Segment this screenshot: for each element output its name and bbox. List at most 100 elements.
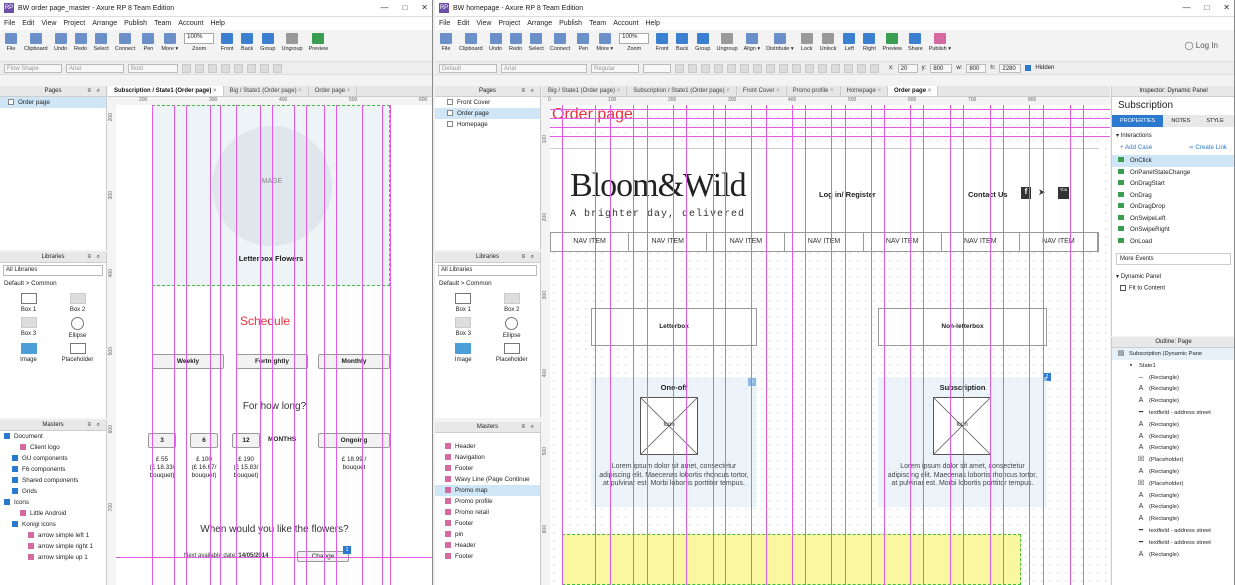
close-icon[interactable]: ✕ [1223,3,1230,12]
event-onswiperight[interactable]: OnSwipeRight [1112,224,1234,236]
masters-tools-icon[interactable]: ≡ ⌕ [521,422,536,433]
back-button[interactable]: Back [675,33,689,52]
menu-publish[interactable]: Publish [559,20,582,27]
master-item-footer[interactable]: Footer [435,551,540,562]
master-item-little-android[interactable]: Little Android [0,508,106,519]
preview-button[interactable]: Preview [882,33,902,52]
master-item-navigation[interactable]: Navigation [435,452,540,463]
outline-item-rectangle[interactable]: ‒ (Rectangle) [1112,372,1234,384]
ungroup-button[interactable]: Ungroup [281,33,303,52]
menu-help[interactable]: Help [645,20,659,27]
image-placeholder[interactable]: IMAGE Letterbox Flowers [152,105,390,286]
right-button[interactable]: Right [862,33,876,52]
align-button[interactable]: Align ▾ [744,33,760,52]
justify-icon[interactable] [753,63,762,73]
zoom-button[interactable]: 100% Zoom [184,33,215,52]
close-tab-icon[interactable]: × [211,88,217,94]
page-item-front-cover[interactable]: Front Cover [435,97,540,108]
outline-item-rectangle[interactable]: A (Rectangle) [1112,442,1234,454]
widget-ellipse[interactable]: Ellipse [53,317,102,339]
menu-file[interactable]: File [439,20,450,27]
share-button[interactable]: Share [908,33,923,52]
border-style-icon[interactable] [844,63,853,73]
unlock-button[interactable]: Unlock [820,33,836,52]
master-item-wavy-line-page-continue[interactable]: Wavy Line (Page Continue [435,474,540,485]
front-button[interactable]: Front [655,33,669,52]
widget-box-3[interactable]: Box 3 [4,317,53,339]
outline-item-textfield-address-street[interactable]: ━ textfield - address street [1112,525,1234,537]
bold-icon[interactable] [182,63,191,73]
outline-item-placeholder[interactable]: ☒ (Placeholder) [1112,478,1234,490]
library-select[interactable]: All Libraries [3,265,103,276]
border-color-icon[interactable] [818,63,827,73]
event-onload[interactable]: OnLoad [1112,236,1234,248]
preview-button[interactable]: Preview [309,33,328,52]
zoom-button[interactable]: 100% Zoom [619,33,650,52]
pen-button[interactable]: Pen [141,33,155,52]
master-item-footer[interactable]: Footer [435,518,540,529]
master-item-f6-components[interactable]: F6 components [0,464,106,475]
w-field[interactable]: 800 [966,63,987,73]
group-button[interactable]: Group [260,33,275,52]
shadow-icon[interactable] [857,63,866,73]
monthly-button[interactable]: Monthly [318,354,390,369]
select-button[interactable]: Select [94,33,109,52]
outline-item-textfield-address-street[interactable]: ━ textfield - address street [1112,537,1234,549]
zoom-select[interactable]: 100% [619,33,650,44]
middle-align-icon[interactable] [779,63,788,73]
event-ondrag[interactable]: OnDrag [1112,190,1234,202]
outline-item-rectangle[interactable]: A (Rectangle) [1112,383,1234,395]
outline-item-state1[interactable]: ▪ State1 [1112,360,1234,372]
one-off-card[interactable]: One-off Icon Lorem ipsum dolor sit amet,… [591,377,757,507]
front-button[interactable]: Front [220,33,234,52]
close-tab-icon[interactable]: × [926,88,932,94]
underline-icon[interactable] [208,63,217,73]
library-group[interactable]: Default > Common [435,278,540,289]
fit-to-content-checkbox[interactable] [1120,285,1126,291]
left-button[interactable]: Left [842,33,856,52]
maximize-icon[interactable]: □ [1204,3,1209,12]
close-tab-icon[interactable]: × [345,88,351,94]
master-item-promo-map[interactable]: Promo map [435,485,540,496]
nav-item[interactable]: NAV ITEM [629,233,708,251]
weekly-button[interactable]: Weekly [152,354,224,369]
maximize-icon[interactable]: □ [402,3,407,12]
close-icon[interactable]: ✕ [421,3,428,12]
pages-tools-icon[interactable]: ≡ ⌕ [521,86,536,97]
nav-item[interactable]: NAV ITEM [864,233,942,251]
create-link-link[interactable]: ∞ Create Link [1189,144,1227,151]
masters-tools-icon[interactable]: ≡ ⌕ [87,420,102,431]
clipboard-button[interactable]: Clipboard [24,33,48,52]
group-button[interactable]: Group [695,33,710,52]
clipboard-button[interactable]: Clipboard [459,33,483,52]
weight-select[interactable]: Regular [591,63,639,73]
tab-big-state1-order-page[interactable]: Big / State1 (Order page) × [224,86,309,96]
widget-box-2[interactable]: Box 2 [488,293,537,313]
zoom-select[interactable]: 100% [184,33,215,44]
tab-promo-profile[interactable]: Promo profile × [787,86,841,96]
outline-item-rectangle[interactable]: A (Rectangle) [1112,490,1234,502]
border-width-icon[interactable] [831,63,840,73]
nav-item[interactable]: NAV ITEM [785,233,864,251]
widget-box-3[interactable]: Box 3 [439,317,488,339]
h-field[interactable]: 2280 [999,63,1022,73]
redo-button[interactable]: Redo [74,33,88,52]
libraries-tools-icon[interactable]: ≡ ⌕ [87,252,102,263]
tab-properties[interactable]: PROPERTIES [1112,115,1164,127]
tab-big-state1-order-page[interactable]: Big / State1 (Order page) × [542,86,628,96]
library-select[interactable]: All Libraries [438,265,537,276]
libraries-tools-icon[interactable]: ≡ ⌕ [521,252,536,263]
close-tab-icon[interactable]: × [828,88,834,94]
menu-team[interactable]: Team [154,20,171,27]
letterbox-option[interactable]: Letterbox [591,308,757,346]
undo-button[interactable]: Undo [54,33,68,52]
youtube-icon[interactable]: You [1058,187,1069,199]
menu-team[interactable]: Team [589,20,606,27]
outline-item-rectangle[interactable]: A (Rectangle) [1112,549,1234,561]
event-ondragdrop[interactable]: OnDragDrop [1112,201,1234,213]
outline-item-rectangle[interactable]: A (Rectangle) [1112,419,1234,431]
master-item-arrow-simple-right-1[interactable]: arrow simple right 1 [0,541,106,552]
menu-arrange[interactable]: Arrange [527,20,552,27]
inspector-name[interactable]: Subscription [1112,97,1234,115]
align-right-icon[interactable] [247,63,256,73]
